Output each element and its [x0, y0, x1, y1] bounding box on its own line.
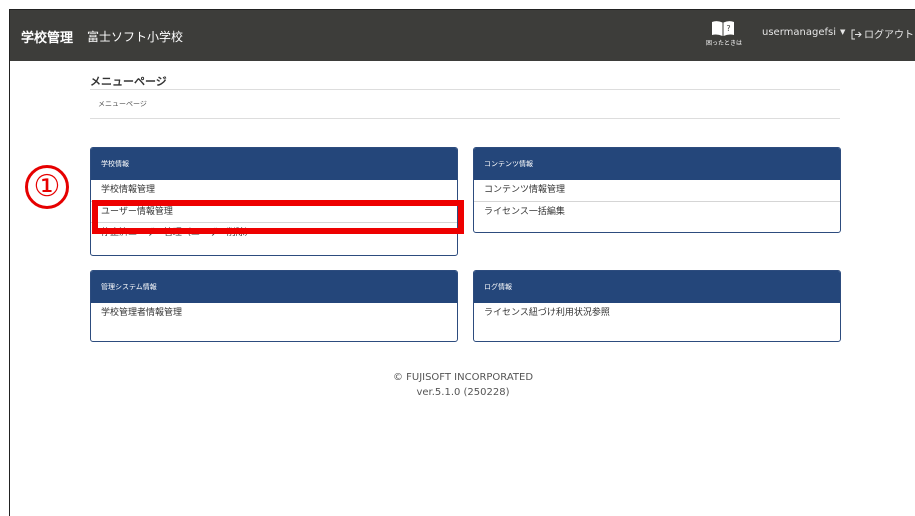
logout-icon — [851, 29, 862, 43]
menu-item-school-admin-management[interactable]: 学校管理者情報管理 — [91, 303, 457, 324]
panel-school-info: 学校情報 学校情報管理 ユーザー情報管理 停止済ユーザー管理（ユーザー削除） — [90, 147, 458, 256]
help-button[interactable]: ? 困ったときは — [706, 20, 743, 56]
app-window: 学校管理 富士ソフト小学校 ? 困ったときは usermanagefsi ▼ ログ… — [9, 9, 915, 516]
svg-text:?: ? — [726, 24, 730, 33]
panel-school-info-header: 学校情報 — [91, 148, 457, 180]
step-number: ① — [33, 169, 61, 204]
menu-item-school-info-management[interactable]: 学校情報管理 — [91, 180, 457, 201]
help-book-icon: ? — [706, 20, 740, 37]
menu-item-user-info-management[interactable]: ユーザー情報管理 — [91, 201, 457, 222]
user-menu[interactable]: usermanagefsi ▼ — [762, 27, 845, 38]
menu-item-suspended-user-management[interactable]: 停止済ユーザー管理（ユーザー削除） — [91, 222, 457, 243]
user-name: usermanagefsi — [762, 27, 836, 38]
menu-item-content-info-management[interactable]: コンテンツ情報管理 — [474, 180, 840, 201]
panel-content-info: コンテンツ情報 コンテンツ情報管理 ライセンス一括編集 — [473, 147, 841, 233]
logout-button[interactable]: ログアウト — [851, 26, 914, 43]
logout-label: ログアウト — [864, 30, 914, 41]
title-divider — [90, 89, 840, 90]
menu-item-license-usage-log[interactable]: ライセンス紐づけ利用状況参照 — [474, 303, 840, 324]
brand-link[interactable]: 学校管理 — [21, 27, 73, 46]
page-title: メニューページ — [90, 75, 167, 88]
panel-log-info-header: ログ情報 — [474, 271, 840, 303]
top-navbar: 学校管理 富士ソフト小学校 ? 困ったときは usermanagefsi ▼ ログ… — [10, 10, 915, 61]
step-number-marker: ① — [25, 165, 69, 209]
footer-version: ver.5.1.0 (250228) — [416, 387, 510, 398]
caret-down-icon: ▼ — [839, 28, 846, 36]
breadcrumb: メニューページ — [98, 100, 147, 108]
panel-log-info-list: ライセンス紐づけ利用状況参照 — [474, 303, 840, 324]
footer-copyright: © FUJISOFT INCORPORATED — [392, 372, 534, 383]
panel-admin-system-info: 管理システム情報 学校管理者情報管理 — [90, 270, 458, 342]
panel-content-info-list: コンテンツ情報管理 ライセンス一括編集 — [474, 180, 840, 222]
panel-admin-system-info-list: 学校管理者情報管理 — [91, 303, 457, 324]
school-name: 富士ソフト小学校 — [87, 30, 184, 44]
help-label: 困ったときは — [706, 40, 743, 47]
panel-log-info: ログ情報 ライセンス紐づけ利用状況参照 — [473, 270, 841, 342]
breadcrumb-divider — [90, 118, 840, 119]
panel-content-info-header: コンテンツ情報 — [474, 148, 840, 180]
menu-item-license-bulk-edit[interactable]: ライセンス一括編集 — [474, 201, 840, 222]
panel-admin-system-info-header: 管理システム情報 — [91, 271, 457, 303]
panel-school-info-list: 学校情報管理 ユーザー情報管理 停止済ユーザー管理（ユーザー削除） — [91, 180, 457, 243]
